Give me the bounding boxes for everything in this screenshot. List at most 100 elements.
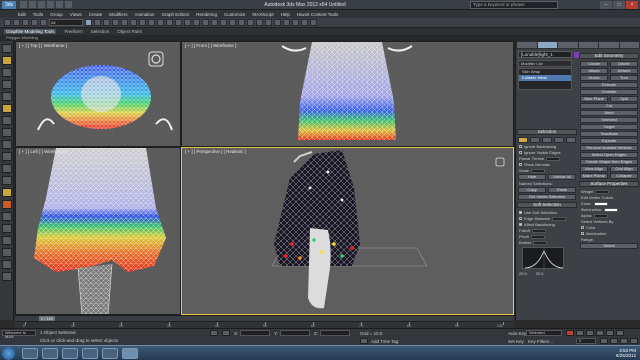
strip-tool-icon[interactable]	[2, 116, 12, 125]
angle-snap-icon[interactable]	[193, 19, 200, 26]
strip-tool-icon[interactable]	[2, 104, 12, 113]
menu-create[interactable]: Create	[89, 12, 103, 17]
ignore-backfacing-row[interactable]: Ignore Backfacing	[519, 144, 575, 149]
edge-distance-row[interactable]: Edge Distance	[519, 216, 575, 221]
menu-rendering[interactable]: Rendering	[196, 12, 217, 17]
strip-tool-icon[interactable]	[2, 272, 12, 281]
planar-thresh-spinner[interactable]	[546, 156, 561, 161]
taskbar-media-icon[interactable]	[62, 348, 78, 359]
element-subobject-icon[interactable]	[566, 137, 576, 143]
auto-key-button[interactable]: Auto Key	[508, 331, 526, 336]
rollout-header-selection[interactable]: Selection	[517, 129, 577, 135]
menu-group[interactable]: Group	[50, 12, 63, 17]
set-key-icon[interactable]	[566, 330, 574, 336]
set-key-button[interactable]: Set Key	[508, 339, 524, 344]
select-by-name-icon[interactable]	[94, 19, 101, 26]
face-subobject-icon[interactable]	[542, 137, 552, 143]
copy-selection-button[interactable]: Copy	[518, 187, 546, 193]
key-filters-button[interactable]: Key Filters...	[528, 339, 553, 344]
falloff-spinner[interactable]	[531, 228, 546, 233]
go-to-start-icon[interactable]	[576, 330, 584, 336]
illumination-radio-row[interactable]: Illumination	[581, 231, 637, 236]
menu-graph-editors[interactable]: Graph Editors	[162, 12, 190, 17]
rollout-header-edit-geometry[interactable]: Edit Geometry	[579, 53, 639, 59]
strip-tool-icon[interactable]	[2, 248, 12, 257]
viewport-top[interactable]: [ + ] [ Top ] [ Wireframe ]	[15, 41, 181, 147]
show-normals-row[interactable]: Show Normals	[519, 162, 575, 167]
pivot-center-icon[interactable]	[157, 19, 164, 26]
menu-maxscript[interactable]: MAXScript	[252, 12, 273, 17]
taskbar-3dsmax-icon[interactable]	[122, 348, 138, 359]
next-frame-icon[interactable]	[606, 330, 614, 336]
alpha-spinner[interactable]	[594, 213, 609, 218]
previous-frame-icon[interactable]	[586, 330, 594, 336]
edge-distance-spinner[interactable]	[552, 216, 567, 221]
select-object-icon[interactable]	[85, 19, 92, 26]
stack-item[interactable]: Editable Mesh	[519, 75, 571, 81]
absolute-mode-icon[interactable]	[222, 330, 230, 336]
go-to-end-icon[interactable]	[616, 330, 624, 336]
menu-edit[interactable]: Edit	[18, 12, 26, 17]
weld-selected-button[interactable]: Selected	[580, 117, 638, 123]
strip-tool-icon[interactable]	[2, 44, 12, 53]
strip-tool-icon[interactable]	[2, 212, 12, 221]
get-vertex-selection-button[interactable]: Get Vertex Selection	[518, 194, 576, 200]
key-mode-dropdown[interactable]: Selected	[526, 330, 562, 336]
color-swatch[interactable]	[593, 201, 608, 206]
maximize-button[interactable]: □	[613, 1, 625, 9]
collapse-button[interactable]: Collapse	[610, 173, 638, 179]
redo-icon[interactable]	[56, 1, 63, 8]
pinch-spinner[interactable]	[531, 234, 546, 239]
select-by-color-button[interactable]: Select	[580, 243, 638, 249]
layer-manager-icon[interactable]	[247, 19, 254, 26]
selection-filter-dropdown[interactable]: All	[49, 19, 83, 26]
edge-subobject-icon[interactable]	[530, 137, 540, 143]
scale-spinner[interactable]	[531, 168, 546, 173]
mirror-icon[interactable]	[229, 19, 236, 26]
maxscript-listener-field[interactable]: Welcome to MAX	[2, 330, 36, 339]
strip-tool-icon[interactable]	[2, 176, 12, 185]
unhide-all-button[interactable]: Unhide All	[548, 174, 576, 180]
align-icon[interactable]	[238, 19, 245, 26]
rollout-header-surface-properties[interactable]: Surface Properties	[579, 181, 639, 187]
menu-views[interactable]: Views	[70, 12, 82, 17]
weld-button[interactable]: Weld	[580, 110, 638, 116]
tab-freeform[interactable]: Freeform	[64, 29, 82, 34]
viewport-left[interactable]: [ + ] [ Left ] [ Wireframe ]	[15, 147, 181, 315]
strip-tool-icon[interactable]	[2, 92, 12, 101]
rotate-icon[interactable]	[130, 19, 137, 26]
viewport-label[interactable]: [ + ] [ Perspective ] [ Realistic ]	[185, 149, 246, 154]
current-frame-field[interactable]: 0	[576, 338, 596, 344]
schematic-view-icon[interactable]	[274, 19, 281, 26]
lock-selection-icon[interactable]	[210, 330, 218, 336]
menu-animation[interactable]: Animation	[135, 12, 155, 17]
remove-isolated-vertices-button[interactable]: Remove Isolated Vertices	[580, 145, 638, 151]
strip-tool-icon[interactable]	[2, 68, 12, 77]
rectangular-selection-icon[interactable]	[103, 19, 110, 26]
reference-coordinate-icon[interactable]	[148, 19, 155, 26]
chamfer-button[interactable]: Chamfer	[580, 89, 638, 95]
detach-button[interactable]: Detach	[610, 68, 638, 74]
project-folder-icon[interactable]	[65, 1, 72, 8]
zoom-icon[interactable]	[600, 338, 608, 344]
material-editor-icon[interactable]	[283, 19, 290, 26]
weight-spinner[interactable]	[595, 189, 610, 194]
maximize-viewport-icon[interactable]	[630, 338, 638, 344]
move-icon[interactable]	[121, 19, 128, 26]
display-tab-icon[interactable]	[599, 42, 619, 48]
hide-button[interactable]: Hide	[518, 174, 546, 180]
tab-graphite-modeling[interactable]: Graphite Modeling Tools	[4, 29, 57, 34]
track-bar[interactable]: 0 10 20 30 40 50 60 70 80 90 100	[15, 321, 514, 328]
menu-help[interactable]: Help	[281, 12, 290, 17]
polygon-subobject-icon[interactable]	[554, 137, 564, 143]
slice-plane-button[interactable]: Slice Plane	[580, 96, 608, 102]
ignore-visible-edges-row[interactable]: Ignore Visible Edges	[519, 150, 575, 155]
rollout-header-soft-selection[interactable]: Soft Selection	[517, 202, 577, 208]
scale-icon[interactable]	[139, 19, 146, 26]
taskbar-app-icon[interactable]	[102, 348, 118, 359]
app-menu-button[interactable]: 3ds	[2, 1, 16, 9]
make-planar-button[interactable]: Make Planar	[580, 173, 608, 179]
split-button[interactable]: Split	[610, 96, 638, 102]
affect-backfacing-row[interactable]: Affect Backfacing	[519, 222, 575, 227]
utilities-tab-icon[interactable]	[619, 42, 639, 48]
